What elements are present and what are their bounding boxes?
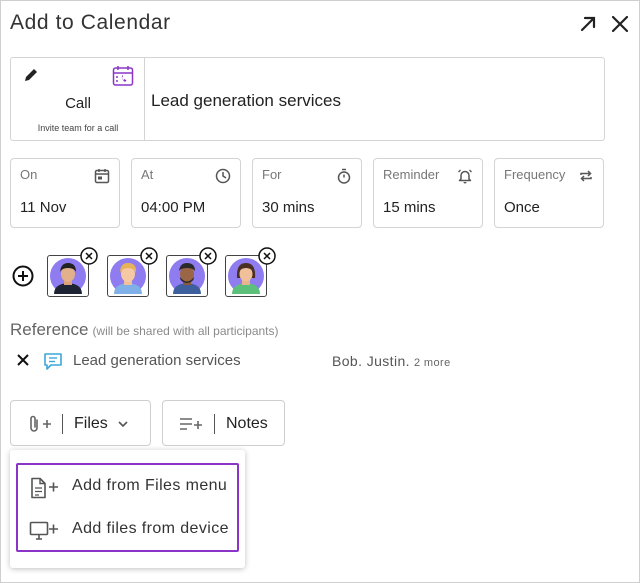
remove-participant-icon[interactable] (80, 247, 98, 265)
remove-reference-icon[interactable] (16, 353, 30, 367)
time-field[interactable]: At 04:00 PM (131, 158, 241, 228)
chevron-down-icon (118, 421, 128, 428)
notes-button[interactable]: Notes (162, 400, 285, 446)
close-icon[interactable] (609, 13, 631, 35)
duration-field-label: For (262, 167, 282, 182)
monitor-plus-icon (29, 521, 58, 540)
participant-avatar (107, 247, 158, 297)
notes-plus-icon (180, 418, 202, 430)
notes-button-divider (214, 414, 215, 434)
reference-more-count[interactable]: 2 more (414, 357, 451, 369)
calendar-call-icon (112, 66, 134, 86)
date-field-value: 11 Nov (20, 199, 67, 216)
files-dropdown-menu: Add from Files menu Add files from devic… (10, 450, 245, 568)
paperclip-plus-icon (30, 415, 51, 432)
expand-icon[interactable] (577, 13, 599, 35)
menu-item-label: Add files from device (72, 520, 229, 537)
menu-item-add-from-files[interactable]: Add from Files menu (18, 467, 237, 507)
reference-heading: Reference (will be shared with all partic… (10, 320, 279, 340)
frequency-field-label: Frequency (504, 167, 566, 182)
stopwatch-icon (337, 168, 351, 184)
reference-title: Reference (10, 320, 89, 339)
pencil-icon[interactable] (23, 67, 39, 83)
remove-participant-icon[interactable] (258, 247, 276, 265)
files-dropdown-highlight: Add from Files menu Add files from devic… (16, 463, 239, 552)
bell-icon (458, 169, 472, 184)
reference-people-names: Bob. Justin. (332, 353, 410, 369)
reference-note: (will be shared with all participants) (92, 324, 279, 338)
date-field-label: On (20, 167, 38, 182)
add-to-calendar-dialog: Add to Calendar Call Invite team for a c… (0, 0, 640, 583)
add-participant-icon[interactable] (12, 265, 34, 287)
duration-field[interactable]: For 30 mins (252, 158, 362, 228)
chat-icon (44, 353, 62, 370)
frequency-field-value: Once (504, 199, 540, 216)
menu-item-add-from-device[interactable]: Add files from device (18, 510, 237, 550)
participant-avatar (225, 247, 276, 297)
reference-item-name[interactable]: Lead generation services (73, 352, 241, 369)
time-field-value: 04:00 PM (141, 199, 206, 216)
reminder-field[interactable]: Reminder 15 mins (373, 158, 483, 228)
file-plus-icon (31, 477, 58, 499)
date-field[interactable]: On 11 Nov (10, 158, 120, 228)
files-button[interactable]: Files (10, 400, 151, 446)
reminder-field-label: Reminder (383, 167, 440, 182)
activity-type-selector[interactable]: Call Invite team for a call (11, 58, 145, 140)
activity-type-label: Call (65, 95, 91, 112)
subject-input[interactable]: Lead generation services (151, 91, 341, 111)
reminder-field-value: 15 mins (383, 199, 436, 216)
calendar-icon (94, 169, 110, 184)
remove-participant-icon[interactable] (140, 247, 158, 265)
activity-row: Call Invite team for a call Lead generat… (10, 57, 605, 141)
remove-participant-icon[interactable] (199, 247, 217, 265)
files-button-label: Files (74, 415, 108, 432)
notes-button-label: Notes (226, 415, 268, 432)
duration-field-value: 30 mins (262, 199, 315, 216)
participant-avatar (47, 247, 98, 297)
repeat-icon (580, 170, 592, 182)
menu-item-label: Add from Files menu (72, 477, 228, 494)
reference-participants: Bob. Justin. 2 more (332, 353, 451, 369)
files-button-divider (62, 414, 63, 434)
time-field-label: At (141, 167, 154, 182)
participant-avatar (166, 247, 217, 297)
frequency-field[interactable]: Frequency Once (494, 158, 604, 228)
clock-icon (215, 168, 231, 184)
activity-type-subtitle: Invite team for a call (37, 123, 119, 133)
dialog-title: Add to Calendar (10, 11, 171, 34)
